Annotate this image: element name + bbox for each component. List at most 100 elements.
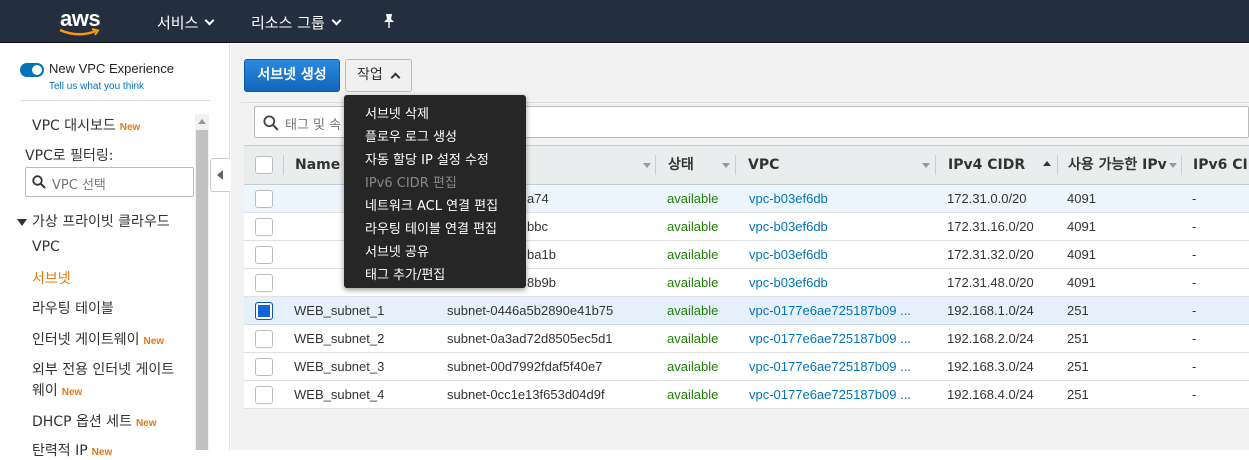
- resource-groups-menu[interactable]: 리소스 그룹: [251, 12, 342, 33]
- sort-icon[interactable]: [643, 163, 651, 168]
- row-checkbox[interactable]: [255, 386, 273, 404]
- state-cell: available: [667, 275, 719, 290]
- sidebar-divider: [20, 100, 210, 101]
- actions-dropdown-menu: 서브넷 삭제 플로우 로그 생성 자동 할당 IP 설정 수정 IPv6 CID…: [344, 95, 526, 288]
- row-checkbox[interactable]: [255, 246, 273, 264]
- subnet-id-cell: subnet-00d7992fdaf5f40e7: [447, 359, 603, 374]
- sidebar-item-label: 라우팅 테이블: [32, 301, 114, 317]
- create-subnet-button[interactable]: 서브넷 생성: [244, 59, 340, 92]
- menu-item-edit-route-table[interactable]: 라우팅 테이블 연결 편집: [365, 218, 497, 237]
- row-checkbox[interactable]: [255, 190, 273, 208]
- available-ips-cell: 251: [1067, 331, 1089, 346]
- sidebar-item-vpc-dashboard[interactable]: VPC 대시보드 New: [32, 115, 140, 135]
- column-divider: [1057, 155, 1058, 175]
- sidebar-item-dhcp-options[interactable]: DHCP 옵션 세트 New: [32, 411, 157, 431]
- column-header-available-ips[interactable]: 사용 가능한 IPv: [1068, 146, 1176, 184]
- ipv6-cidr-cell: -: [1192, 303, 1197, 318]
- name-cell: WEB_subnet_2: [294, 331, 385, 346]
- services-menu[interactable]: 서비스: [157, 12, 215, 33]
- column-header-state[interactable]: 상태: [668, 146, 728, 184]
- subnet-id-cell: subnet-0cc1e13f653d04d9f: [447, 387, 605, 402]
- tell-us-link[interactable]: Tell us what you think: [49, 81, 144, 92]
- sidebar: New VPC Experience Tell us what you thin…: [0, 44, 230, 459]
- sort-icon[interactable]: [722, 163, 730, 168]
- new-experience-toggle[interactable]: [20, 63, 44, 77]
- state-cell: available: [667, 247, 719, 262]
- menu-item-delete-subnet[interactable]: 서브넷 삭제: [365, 103, 429, 122]
- column-divider: [935, 155, 936, 175]
- scroll-up-icon[interactable]: [198, 119, 206, 124]
- menu-item-modify-auto-assign-ip[interactable]: 자동 할당 IP 설정 수정: [365, 149, 489, 168]
- vpc-link[interactable]: vpc-0177e6ae725187b09 ...: [749, 325, 929, 352]
- ipv6-cidr-cell: -: [1192, 275, 1197, 290]
- vpc-link[interactable]: vpc-0177e6ae725187b09 ...: [749, 353, 929, 380]
- vpc-link[interactable]: vpc-b03ef6db: [749, 185, 929, 212]
- sidebar-item-label: 외부 전용 인터넷 게이트: [32, 362, 175, 378]
- row-checkbox[interactable]: [255, 330, 273, 348]
- state-cell: available: [667, 387, 719, 402]
- ipv4-cidr-cell: 192.168.2.0/24: [947, 331, 1034, 346]
- ipv6-cidr-cell: -: [1192, 219, 1197, 234]
- column-header-ipv4-cidr[interactable]: IPv4 CIDR: [948, 146, 1058, 184]
- row-checkbox[interactable]: [255, 302, 273, 320]
- sidebar-item-internet-gateways[interactable]: 인터넷 게이트웨이 New: [32, 329, 164, 349]
- actions-label: 작업: [357, 67, 383, 83]
- ipv4-cidr-cell: 172.31.0.0/20: [947, 191, 1027, 206]
- new-badge: New: [61, 387, 83, 398]
- sort-icon[interactable]: [1169, 163, 1177, 168]
- menu-item-share-subnet[interactable]: 서브넷 공유: [365, 241, 429, 260]
- table-row[interactable]: WEB_subnet_3 subnet-00d7992fdaf5f40e7 av…: [244, 353, 1249, 381]
- sidebar-scrollbar[interactable]: [195, 114, 209, 450]
- column-divider: [655, 155, 656, 175]
- column-header-vpc[interactable]: VPC: [748, 146, 808, 184]
- sort-icon[interactable]: [922, 163, 930, 168]
- name-cell: WEB_subnet_3: [294, 359, 385, 374]
- sort-ascending-icon[interactable]: [1043, 161, 1051, 166]
- sidebar-collapse-button[interactable]: [210, 158, 230, 192]
- ipv4-cidr-cell: 172.31.48.0/20: [947, 275, 1034, 290]
- table-row[interactable]: WEB_subnet_2 subnet-0a3ad72d8505ec5d1 av…: [244, 325, 1249, 353]
- column-divider: [1181, 155, 1182, 175]
- ipv6-cidr-cell: -: [1192, 247, 1197, 262]
- pin-icon[interactable]: [382, 13, 396, 29]
- vpc-link[interactable]: vpc-b03ef6db: [749, 269, 929, 296]
- menu-item-create-flow-log[interactable]: 플로우 로그 생성: [365, 126, 457, 145]
- aws-logo[interactable]: aws: [58, 6, 104, 38]
- row-checkbox[interactable]: [255, 274, 273, 292]
- sidebar-item-elastic-ip[interactable]: 탄력적 IP New: [32, 440, 112, 460]
- vpc-select-placeholder: VPC 선택: [52, 178, 106, 193]
- vpc-link[interactable]: vpc-0177e6ae725187b09 ...: [749, 297, 929, 324]
- aws-smile-icon: [59, 28, 100, 36]
- name-cell: WEB_subnet_4: [294, 387, 385, 402]
- table-row[interactable]: WEB_subnet_4 subnet-0cc1e13f653d04d9f av…: [244, 381, 1249, 409]
- vpc-link[interactable]: vpc-0177e6ae725187b09 ...: [749, 381, 929, 408]
- state-cell: available: [667, 331, 719, 346]
- vpc-link[interactable]: vpc-b03ef6db: [749, 213, 929, 240]
- resource-groups-label: 리소스 그룹: [251, 14, 325, 32]
- sidebar-item-route-tables[interactable]: 라우팅 테이블: [32, 298, 114, 318]
- available-ips-cell: 4091: [1067, 247, 1096, 262]
- row-checkbox[interactable]: [255, 218, 273, 236]
- ipv4-cidr-cell: 172.31.32.0/20: [947, 247, 1034, 262]
- subnet-id-cell: a74: [527, 191, 549, 206]
- menu-item-edit-tags[interactable]: 태그 추가/편집: [365, 264, 445, 283]
- actions-button[interactable]: 작업: [345, 59, 412, 92]
- ipv4-cidr-cell: 192.168.1.0/24: [947, 303, 1034, 318]
- column-header-ipv6-cidr[interactable]: IPv6 CID: [1193, 146, 1249, 184]
- vpc-select[interactable]: VPC 선택: [25, 167, 194, 197]
- new-badge: New: [143, 336, 165, 347]
- vpc-link[interactable]: vpc-b03ef6db: [749, 241, 929, 268]
- menu-item-edit-network-acl[interactable]: 네트워크 ACL 연결 편집: [365, 195, 498, 214]
- select-all-checkbox[interactable]: [255, 156, 273, 174]
- chevron-down-icon: [331, 15, 342, 26]
- sidebar-item-egress-gateways[interactable]: 외부 전용 인터넷 게이트: [32, 359, 174, 379]
- scrollbar-thumb[interactable]: [196, 130, 208, 450]
- sidebar-item-subnets[interactable]: 서브넷: [32, 268, 71, 288]
- row-checkbox[interactable]: [255, 358, 273, 376]
- table-row[interactable]: WEB_subnet_1 subnet-0446a5b2890e41b75 av…: [244, 297, 1249, 325]
- sidebar-section-vpc[interactable]: 가상 프라이빗 클라우드: [17, 211, 170, 231]
- sidebar-item-vpc[interactable]: VPC: [32, 239, 60, 255]
- sidebar-item-egress-gateways-cont[interactable]: 웨이 New: [32, 380, 82, 400]
- new-badge: New: [91, 447, 113, 458]
- state-cell: available: [667, 191, 719, 206]
